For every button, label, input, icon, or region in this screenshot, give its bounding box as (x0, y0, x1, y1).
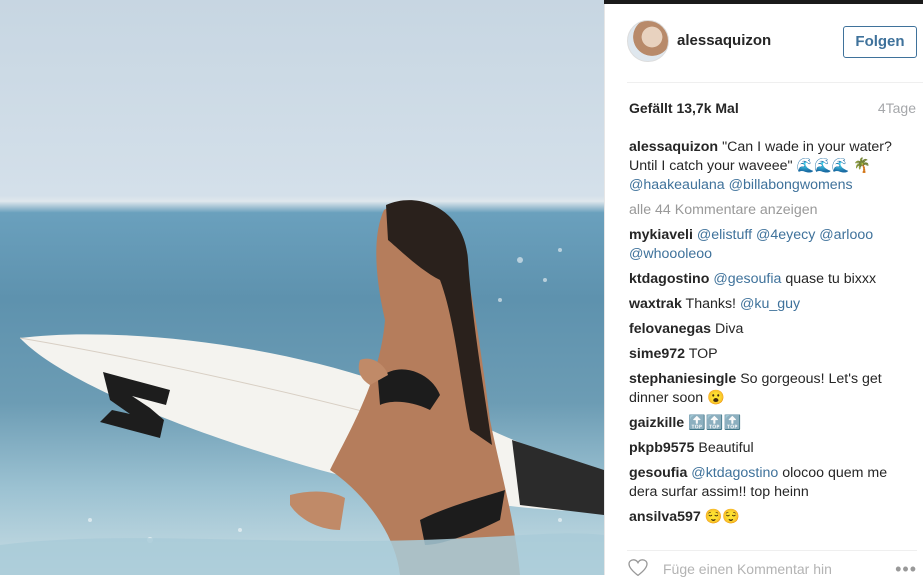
comment-item: ansilva597 😌😌 (629, 508, 916, 527)
caption: alessaquizon "Can I wade in your water? … (629, 138, 916, 195)
comment-username[interactable]: gesoufia (629, 465, 687, 481)
mention-link[interactable]: @whoooleoo (629, 246, 712, 262)
comment-username[interactable]: pkpb9575 (629, 440, 694, 456)
comment-item: sime972 TOP (629, 345, 916, 364)
mention-link[interactable]: @haakeaulana (629, 177, 725, 193)
comment-username[interactable]: ktdagostino (629, 271, 709, 287)
mention-link[interactable]: @elistuff (697, 227, 752, 243)
comment-text: Diva (714, 321, 744, 337)
comment-text: Thanks! (685, 296, 736, 312)
post-author-username[interactable]: alessaquizon (677, 32, 771, 49)
mention-link[interactable]: @ku_guy (740, 296, 800, 312)
likes-count[interactable]: Gefällt 13,7k Mal (629, 100, 739, 116)
avatar[interactable] (627, 20, 669, 62)
follow-button[interactable]: Folgen (843, 26, 917, 58)
comments-list: alessaquizon "Can I wade in your water? … (629, 138, 916, 533)
mention-link[interactable]: @arlooo (819, 227, 873, 243)
comment-text: 😌😌 (704, 509, 741, 525)
mention-link[interactable]: @billabongwomens (729, 177, 853, 193)
comment-username[interactable]: sime972 (629, 346, 685, 362)
comment-username[interactable]: gaizkille (629, 415, 684, 431)
comment-username[interactable]: felovanegas (629, 321, 711, 337)
comment-item: pkpb9575 Beautiful (629, 439, 916, 458)
comment-item: stephaniesingle So gorgeous! Let's get d… (629, 370, 916, 408)
more-options-icon[interactable]: ••• (895, 559, 917, 580)
mention-link[interactable]: @gesoufia (713, 271, 781, 287)
comment-item: waxtrak Thanks! @ku_guy (629, 295, 916, 314)
post-timestamp[interactable]: 4Tage (878, 100, 916, 116)
view-all-comments-link[interactable]: alle 44 Kommentare anzeigen (629, 201, 916, 220)
heart-icon[interactable] (627, 559, 649, 577)
comment-username[interactable]: stephaniesingle (629, 371, 736, 387)
comment-text: TOP (688, 346, 718, 362)
comment-item: mykiaveli @elistuff @4eyecy @arlooo @who… (629, 226, 916, 264)
comment-username[interactable]: ansilva597 (629, 509, 701, 525)
comment-item: gesoufia @ktdagostino olocoo quem me der… (629, 464, 916, 502)
comment-item: felovanegas Diva (629, 320, 916, 339)
likes-row: Gefällt 13,7k Mal 4Tage (629, 100, 916, 120)
post-photo[interactable] (0, 0, 604, 575)
comment-username[interactable]: mykiaveli (629, 227, 693, 243)
comment-item: ktdagostino @gesoufia quase tu bixxx (629, 270, 916, 289)
mention-link[interactable]: @4eyecy (756, 227, 815, 243)
comment-item: gaizkille 🔝🔝🔝 (629, 414, 916, 433)
mention-link[interactable]: @ktdagostino (691, 465, 778, 481)
comment-text: quase tu bixxx (785, 271, 877, 287)
comment-text: Beautiful (698, 440, 754, 456)
comment-text: 🔝🔝🔝 (688, 415, 742, 431)
caption-username[interactable]: alessaquizon (629, 139, 718, 155)
comment-username[interactable]: waxtrak (629, 296, 682, 312)
post-sidebar: alessaquizon Folgen Gefällt 13,7k Mal 4T… (604, 4, 923, 579)
post-header: alessaquizon Folgen (627, 4, 923, 83)
comment-bar: Füge einen Kommentar hin ••• (627, 550, 917, 579)
